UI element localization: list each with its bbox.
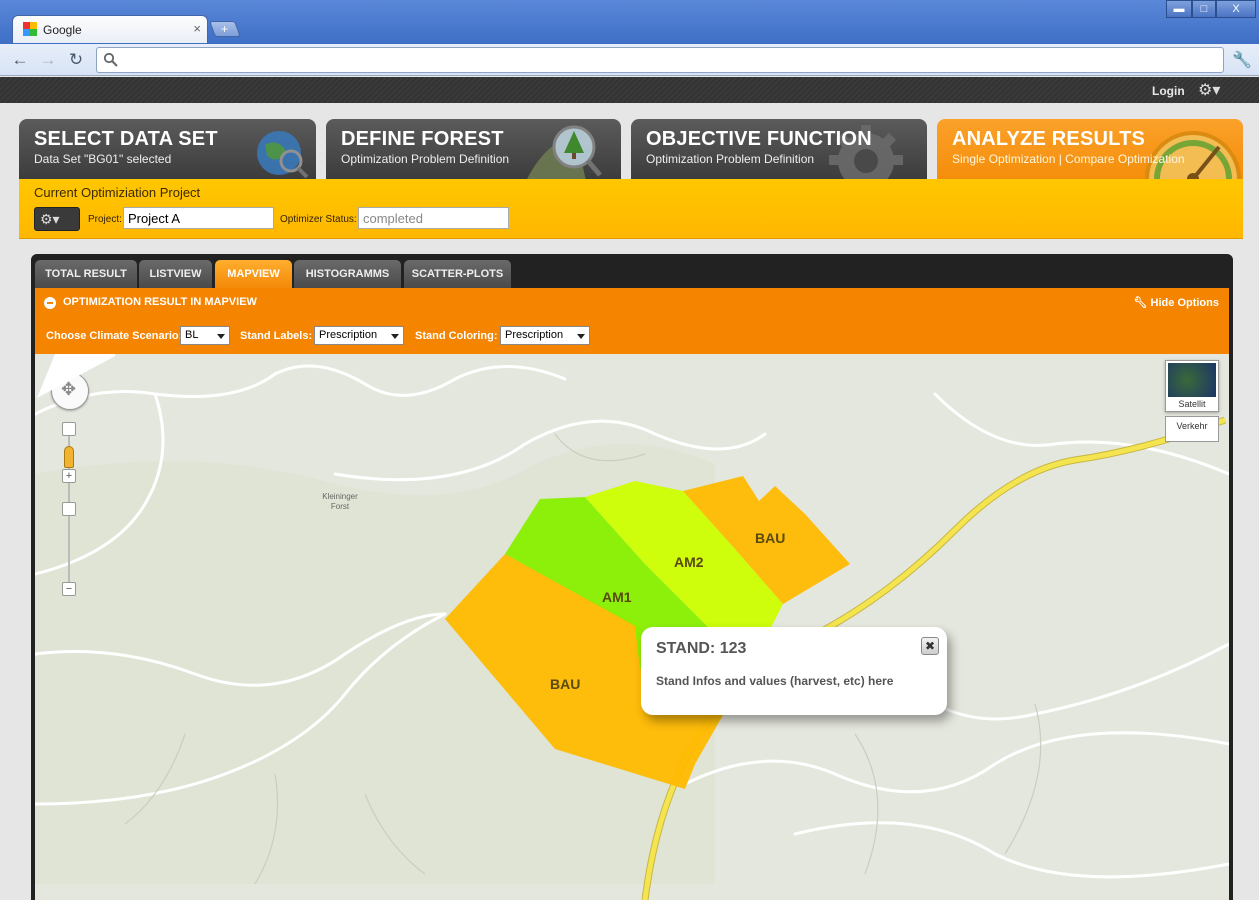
step-title: OBJECTIVE FUNCTION: [646, 128, 872, 150]
project-label: Project:: [88, 214, 122, 225]
step-select-data-set[interactable]: SELECT DATA SET Data Set "BG01" selected: [19, 119, 316, 181]
stand-coloring-value: Prescription: [505, 329, 564, 341]
climate-select[interactable]: BL: [180, 326, 230, 345]
search-icon: [103, 52, 118, 67]
step-subtitle: Data Set "BG01" selected: [34, 152, 172, 166]
collapse-icon[interactable]: [44, 297, 56, 309]
zoom-reset-button[interactable]: [62, 422, 76, 436]
traffic-layer-button[interactable]: Verkehr: [1165, 416, 1219, 442]
stand-labels-value: Prescription: [319, 329, 378, 341]
new-tab-button[interactable]: +: [209, 21, 241, 37]
address-bar[interactable]: [96, 47, 1224, 73]
hide-options-label: Hide Options: [1150, 297, 1219, 309]
infowindow-tail: [37, 354, 115, 398]
step-title: SELECT DATA SET: [34, 128, 218, 150]
zoom-in-button[interactable]: +: [62, 469, 76, 483]
plus-icon: +: [221, 22, 229, 36]
zoom-level-handle[interactable]: [62, 502, 76, 516]
optimizer-status-input[interactable]: [358, 207, 509, 229]
stand-label-bau-2: BAU: [755, 530, 786, 546]
tree-magnifier-icon: [526, 125, 602, 181]
stand-label-am1: AM1: [602, 589, 632, 605]
dropdown-arrow-icon: [391, 334, 399, 339]
dropdown-arrow-icon: [217, 334, 225, 339]
back-icon[interactable]: ←: [10, 50, 30, 70]
dropdown-arrow-icon: [577, 334, 585, 339]
step-subtitle: Optimization Problem Definition: [646, 152, 815, 166]
step-analyze-results[interactable]: ANALYZE RESULTS Single Optimization | Co…: [937, 119, 1243, 181]
options-title: OPTIMIZATION RESULT IN MAPVIEW: [63, 296, 257, 308]
browser-toolbar: ← → ↻ 🔧: [0, 44, 1259, 76]
maptype-satellite-button[interactable]: Satellit: [1165, 360, 1219, 412]
map-view[interactable]: BAU AM1 AM2 BAU Kleininger Forst ✥ + − S…: [35, 354, 1229, 900]
stand-coloring-label: Stand Coloring:: [415, 330, 498, 342]
tab-scatter-plots[interactable]: SCATTER-PLOTS: [404, 260, 511, 288]
project-heading: Current Optimiziation Project: [34, 185, 201, 200]
maximize-button[interactable]: □: [1192, 0, 1216, 18]
zoom-out-button[interactable]: −: [62, 582, 76, 596]
step-subtitle: Optimization Problem Definition: [341, 152, 510, 166]
project-gear-button[interactable]: ⚙▾: [34, 207, 80, 231]
project-input[interactable]: [123, 207, 274, 229]
wrench-menu-icon[interactable]: 🔧: [1232, 50, 1252, 70]
climate-label: Choose Climate Scenario:: [46, 330, 183, 342]
infowindow-title: STAND: 123: [656, 640, 747, 657]
browser-tab[interactable]: Google ×: [12, 15, 208, 43]
settings-gear-icon[interactable]: ⚙▾: [1198, 80, 1220, 100]
tab-listview[interactable]: LISTVIEW: [139, 260, 212, 288]
forward-icon[interactable]: →: [38, 50, 58, 70]
tab-mapview[interactable]: MAPVIEW: [215, 260, 292, 288]
step-title: ANALYZE RESULTS: [952, 128, 1146, 150]
climate-value: BL: [185, 329, 199, 341]
tab-close-icon[interactable]: ×: [193, 21, 201, 36]
stand-coloring-select[interactable]: Prescription: [500, 326, 590, 345]
stand-label-bau-1: BAU: [550, 676, 581, 692]
stand-labels-label: Stand Labels:: [240, 330, 313, 342]
hide-options-button[interactable]: 🔧︎ Hide Options: [1134, 296, 1219, 309]
infowindow-close-icon[interactable]: ✖: [921, 637, 939, 655]
tab-total-result[interactable]: TOTAL RESULT: [35, 260, 137, 288]
close-window-button[interactable]: X: [1216, 0, 1256, 18]
reload-icon[interactable]: ↻: [66, 50, 86, 70]
wrench-icon: 🔧︎: [1133, 297, 1151, 309]
traffic-label: Verkehr: [1176, 421, 1208, 431]
project-panel: Current Optimiziation Project ⚙▾ Project…: [19, 179, 1243, 239]
satellite-thumbnail: [1168, 363, 1216, 397]
results-panel: TOTAL RESULT LISTVIEW MAPVIEW HISTOGRAMM…: [31, 254, 1233, 900]
google-favicon-icon: [23, 22, 37, 36]
stand-infowindow: STAND: 123 Stand Infos and values (harve…: [641, 627, 947, 715]
tab-histogramms[interactable]: HISTOGRAMMS: [294, 260, 401, 288]
step-objective-function[interactable]: OBJECTIVE FUNCTION Optimization Problem …: [631, 119, 927, 181]
map-canvas: [35, 354, 1229, 900]
login-link[interactable]: Login: [1152, 84, 1185, 98]
optimizer-status-label: Optimizer Status:: [280, 214, 357, 225]
tab-title: Google: [43, 23, 82, 37]
options-header: OPTIMIZATION RESULT IN MAPVIEW 🔧︎ Hide O…: [35, 288, 1229, 354]
stand-labels-select[interactable]: Prescription: [314, 326, 404, 345]
street-view-pegman-icon[interactable]: [64, 446, 74, 468]
browser-titlebar: Google × + ▬ □ X: [0, 0, 1259, 44]
infowindow-body: Stand Infos and values (harvest, etc) he…: [656, 674, 894, 688]
minimize-button[interactable]: ▬: [1166, 0, 1192, 18]
map-place-label: Kleininger Forst: [322, 492, 358, 511]
maptype-label: Satellit: [1178, 399, 1206, 409]
stand-label-am2: AM2: [674, 554, 704, 570]
globe-magnifier-icon: [257, 131, 309, 179]
step-define-forest[interactable]: DEFINE FOREST Optimization Problem Defin…: [326, 119, 621, 181]
step-subtitle: Single Optimization | Compare Optimizati…: [952, 152, 1185, 166]
step-title: DEFINE FOREST: [341, 128, 504, 150]
app-topbar: Login ⚙▾: [0, 77, 1259, 103]
